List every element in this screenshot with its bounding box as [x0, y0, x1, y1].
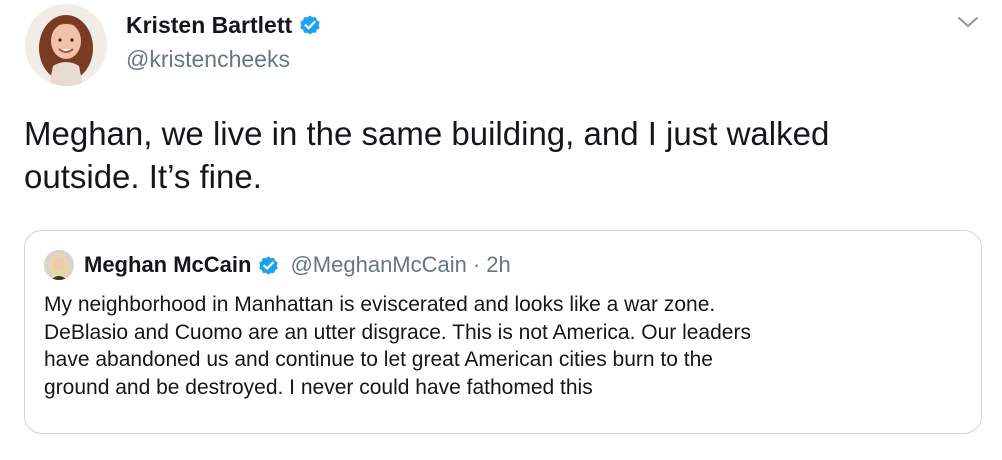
tweet-text-line: Meghan, we live in the same building, an…	[24, 115, 830, 152]
quoted-author-handle: @MeghanMcCain	[290, 252, 467, 277]
quoted-text-line: have abandoned us and continue to let gr…	[44, 348, 713, 371]
quoted-avatar	[44, 250, 74, 280]
tweet: Kristen Bartlett @kristencheeks Meghan, …	[0, 0, 1002, 460]
tweet-text: Meghan, we live in the same building, an…	[24, 112, 974, 198]
quoted-timestamp: 2h	[486, 252, 511, 277]
quoted-text-line: ground and be destroyed. I never could h…	[44, 375, 593, 399]
quoted-tweet-header: Meghan McCain @MeghanMcCain · 2h	[44, 250, 511, 280]
verified-badge-icon	[298, 13, 322, 37]
chevron-down-icon[interactable]	[954, 10, 982, 34]
quoted-tweet[interactable]: Meghan McCain @MeghanMcCain · 2h My neig…	[24, 230, 982, 434]
quoted-text-line: My neighborhood in Manhattan is eviscera…	[44, 293, 716, 316]
tweet-author: Kristen Bartlett @kristencheeks	[126, 10, 322, 74]
tweet-text-line: outside. It’s fine.	[24, 158, 262, 195]
quoted-author-display-name: Meghan McCain	[84, 252, 252, 277]
verified-badge-icon	[257, 254, 280, 277]
quoted-tweet-text: My neighborhood in Manhattan is eviscera…	[44, 291, 974, 401]
author-display-name[interactable]: Kristen Bartlett	[126, 10, 292, 40]
avatar[interactable]	[25, 4, 107, 86]
quoted-text-line: DeBlasio and Cuomo are an utter disgrace…	[44, 320, 751, 344]
avatar-image	[25, 4, 107, 86]
author-name-row: Kristen Bartlett	[126, 10, 322, 40]
author-handle[interactable]: @kristencheeks	[126, 44, 322, 74]
separator-dot: ·	[472, 252, 481, 277]
